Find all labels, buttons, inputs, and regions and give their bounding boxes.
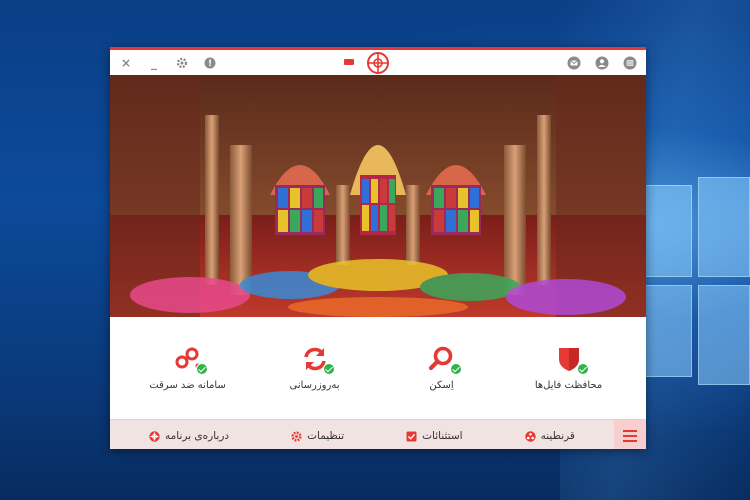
- check-icon: [195, 362, 208, 375]
- feature-scan[interactable]: اِسکن: [382, 346, 502, 391]
- nav-item-settings[interactable]: تنظیمات: [291, 430, 344, 442]
- nav-item-label: قرنطینه: [540, 430, 575, 442]
- quarantine-icon: [524, 430, 536, 442]
- exceptions-icon: [406, 431, 417, 441]
- bottom-navigation: قرنطینه استثنائات تنظیمات: [110, 419, 646, 449]
- check-icon: [576, 362, 589, 375]
- nav-item-label: استثنائات: [422, 430, 463, 442]
- titlebar: × _ !: [110, 50, 646, 75]
- feature-label: سامانه ضد سرقت: [149, 379, 226, 391]
- hamburger-menu-icon[interactable]: [622, 55, 638, 71]
- about-icon: [149, 430, 160, 442]
- gear-icon[interactable]: [174, 55, 190, 71]
- mail-icon[interactable]: [566, 55, 582, 71]
- minimize-icon[interactable]: _: [146, 55, 162, 71]
- mosque-stained-glass-image: [110, 75, 646, 317]
- feature-label: محافظت فایل‌ها: [534, 379, 603, 391]
- hero-image: [110, 75, 646, 317]
- feature-label: اِسکن: [429, 379, 454, 391]
- app-window: × _ !: [110, 47, 646, 449]
- hamburger-menu-button[interactable]: [614, 419, 646, 449]
- info-icon[interactable]: !: [202, 55, 218, 71]
- check-icon: [449, 362, 462, 375]
- info-icon-glyph: !: [208, 59, 212, 69]
- hamburger-menu-icon: [623, 430, 637, 442]
- nav-item-about[interactable]: درباره‌ی برنامه: [149, 430, 229, 442]
- feature-label: به‌روزرسانی: [289, 379, 340, 391]
- windows-logo-icon: [640, 177, 750, 385]
- nav-item-quarantine[interactable]: قرنطینه: [524, 430, 575, 442]
- user-icon[interactable]: [594, 55, 610, 71]
- close-icon[interactable]: ×: [118, 55, 134, 71]
- nav-item-exceptions[interactable]: استثنائات: [406, 430, 463, 442]
- feature-row: محافظت فایل‌ها اِسکن: [110, 317, 646, 419]
- feature-update[interactable]: به‌روزرسانی: [255, 346, 375, 391]
- settings-icon: [291, 430, 302, 442]
- check-icon: [322, 362, 335, 375]
- battery-icon: [344, 59, 354, 65]
- nav-item-label: تنظیمات: [307, 430, 345, 442]
- feature-anti-theft[interactable]: سامانه ضد سرقت: [128, 346, 248, 391]
- feature-file-protection[interactable]: محافظت فایل‌ها: [509, 346, 629, 391]
- nav-item-label: درباره‌ی برنامه: [165, 430, 230, 442]
- app-logo-crosshair-icon: [367, 52, 389, 74]
